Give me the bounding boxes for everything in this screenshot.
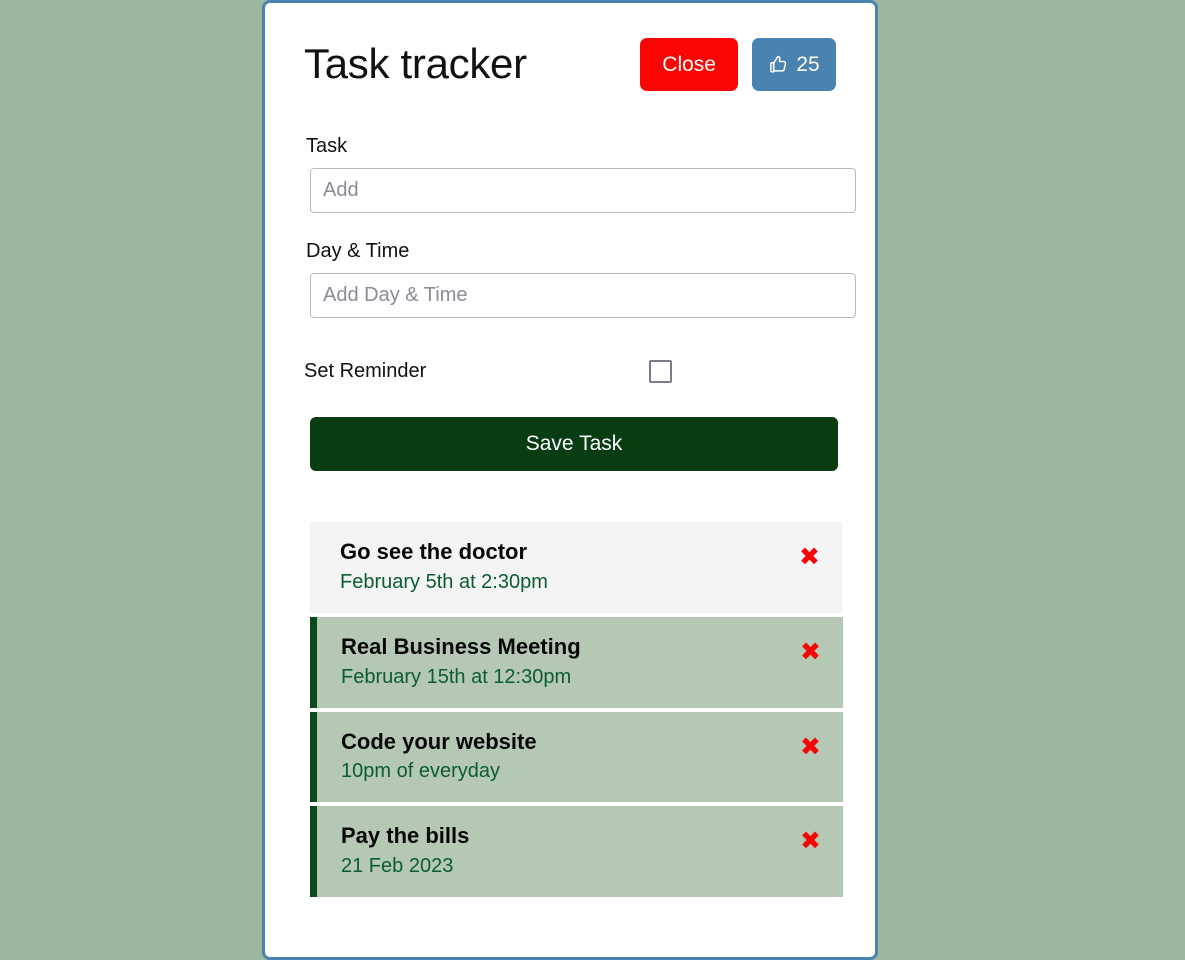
task-item-title: Real Business Meeting: [341, 633, 581, 659]
task-item-text: Pay the bills 21 Feb 2023: [341, 823, 469, 878]
like-button[interactable]: 25: [752, 37, 836, 91]
task-item-meta: 21 Feb 2023: [341, 855, 454, 878]
task-list-item[interactable]: Code your website 10pm of everyday ✖: [310, 711, 843, 803]
modal-header: Task tracker Close 25: [304, 3, 836, 113]
task-item-title: Go see the doctor: [340, 539, 528, 564]
save-task-button[interactable]: Save Task: [310, 417, 838, 471]
delete-task-icon[interactable]: ✖: [800, 639, 821, 664]
task-item-meta: February 5th at 2:30pm: [340, 570, 548, 593]
set-reminder-row: Set Reminder: [304, 347, 836, 395]
close-button[interactable]: Close: [640, 37, 738, 91]
task-input[interactable]: [310, 168, 856, 213]
set-reminder-label: Set Reminder: [304, 360, 427, 382]
modal-content: Task tracker Close 25 Task Day &: [265, 3, 875, 957]
task-field-label: Task: [306, 135, 348, 157]
daytime-field-label: Day & Time: [306, 240, 410, 262]
thumbs-up-icon: [768, 54, 789, 75]
task-list-item[interactable]: Pay the bills 21 Feb 2023 ✖: [310, 806, 843, 898]
page-title: Task tracker: [304, 40, 527, 87]
delete-task-icon[interactable]: ✖: [800, 734, 821, 759]
like-count: 25: [796, 52, 820, 76]
task-list-item[interactable]: Go see the doctor February 5th at 2:30pm…: [310, 522, 842, 613]
task-form: Task Day & Time Set Reminder Save Task: [304, 113, 856, 471]
task-item-meta: February 15th at 12:30pm: [341, 665, 572, 688]
task-item-text: Go see the doctor February 5th at 2:30pm: [340, 539, 548, 594]
set-reminder-checkbox[interactable]: [649, 359, 672, 383]
task-list: Go see the doctor February 5th at 2:30pm…: [310, 522, 843, 898]
task-item-title: Pay the bills: [341, 823, 470, 849]
task-list-item[interactable]: Real Business Meeting February 15th at 1…: [310, 616, 843, 708]
task-item-title: Code your website: [341, 728, 537, 754]
task-item-text: Code your website 10pm of everyday: [341, 729, 537, 784]
task-tracker-modal: Task tracker Close 25 Task Day &: [262, 0, 878, 960]
delete-task-icon[interactable]: ✖: [799, 544, 820, 569]
delete-task-icon[interactable]: ✖: [800, 828, 821, 853]
daytime-input[interactable]: [310, 273, 856, 318]
header-actions: Close 25: [640, 37, 836, 91]
task-item-text: Real Business Meeting February 15th at 1…: [341, 634, 581, 689]
task-item-meta: 10pm of everyday: [341, 760, 500, 783]
